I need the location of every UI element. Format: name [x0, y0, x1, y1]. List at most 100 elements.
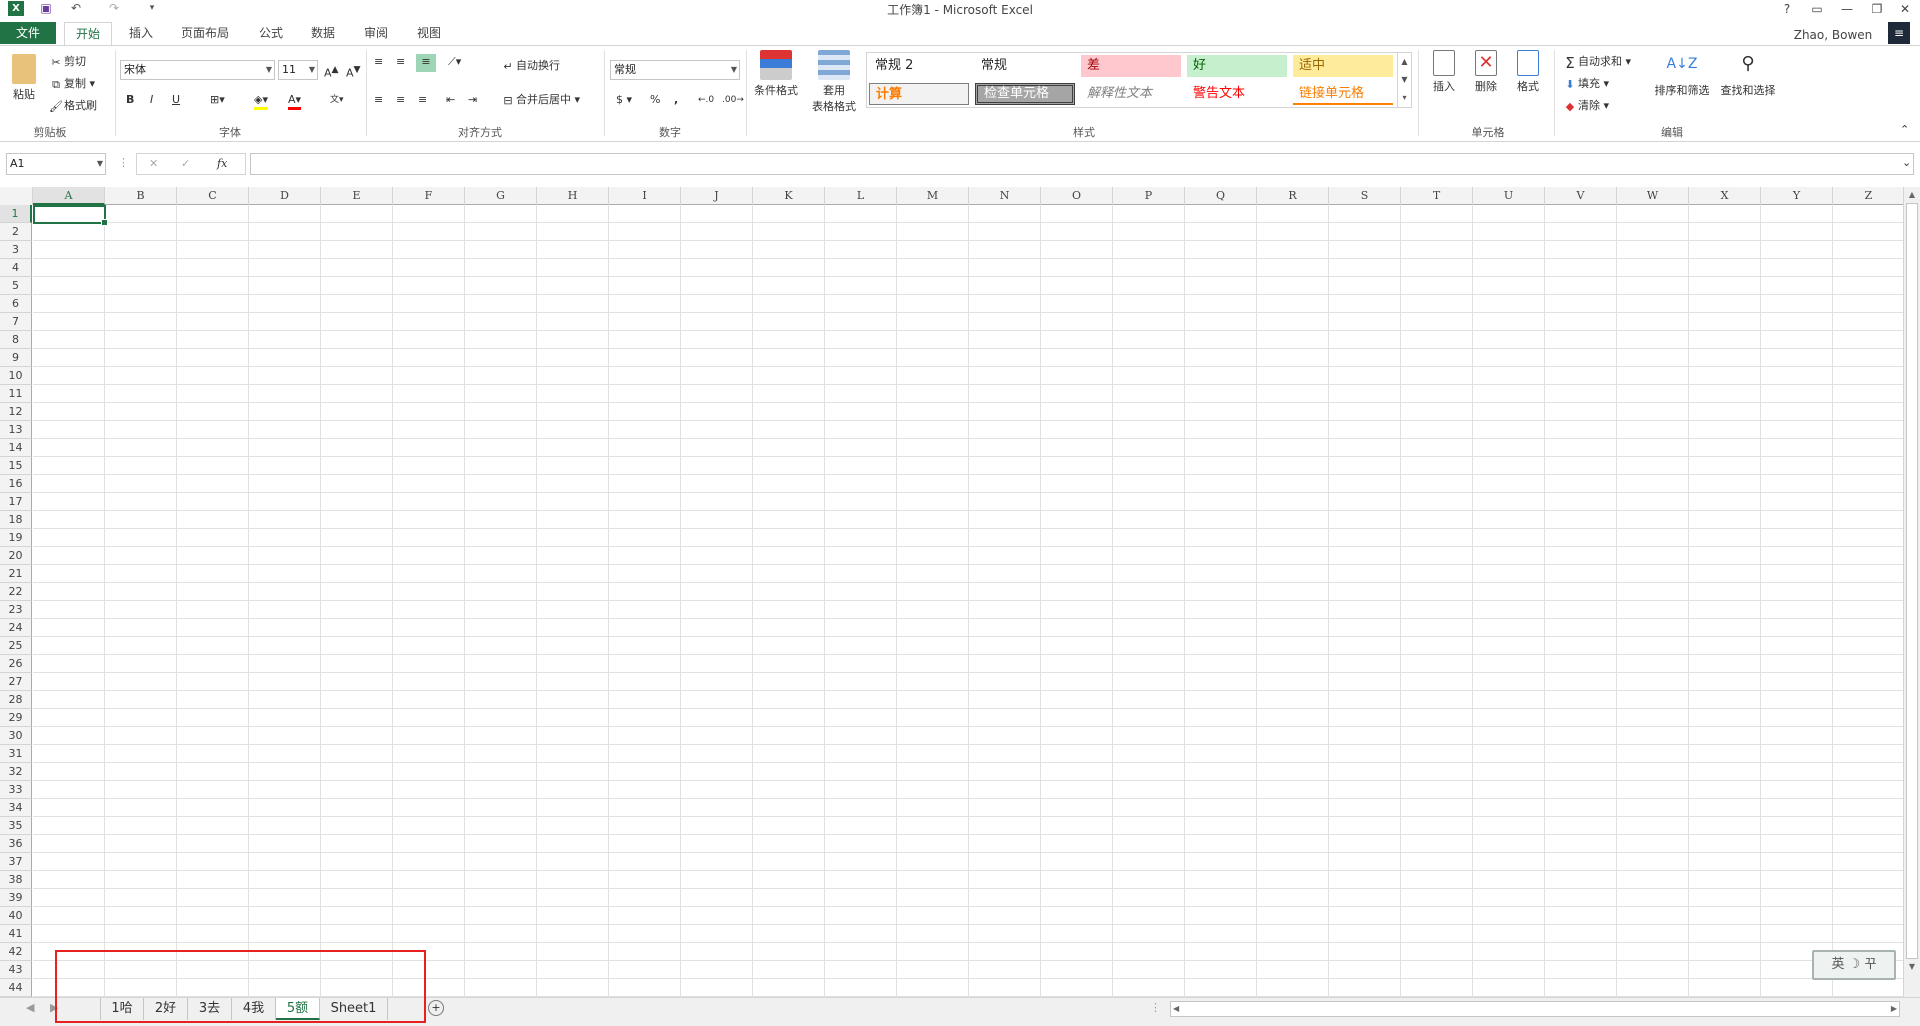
row-header-21[interactable]: 21 [0, 565, 32, 583]
column-header-w[interactable]: W [1617, 187, 1689, 205]
row-header-2[interactable]: 2 [0, 223, 32, 241]
row-header-26[interactable]: 26 [0, 655, 32, 673]
cut-button[interactable]: ✂ 剪切 [48, 54, 86, 72]
row-header-41[interactable]: 41 [0, 925, 32, 943]
row-header-23[interactable]: 23 [0, 601, 32, 619]
column-header-v[interactable]: V [1545, 187, 1617, 205]
style-normal-2[interactable]: 常规 2 [869, 55, 969, 77]
tab-file[interactable]: 文件 [0, 22, 56, 44]
row-header-29[interactable]: 29 [0, 709, 32, 727]
formula-input[interactable] [250, 153, 1914, 175]
copy-button[interactable]: ⧉ 复制 ▾ [48, 76, 95, 94]
tab-insert[interactable]: 插入 [120, 22, 162, 44]
row-header-13[interactable]: 13 [0, 421, 32, 439]
column-header-i[interactable]: I [609, 187, 681, 205]
tab-data[interactable]: 数据 [302, 22, 344, 44]
increase-decimal-icon[interactable]: ←.0 [698, 92, 714, 110]
column-header-o[interactable]: O [1041, 187, 1113, 205]
style-explanatory[interactable]: 解释性文本 [1081, 83, 1181, 105]
column-header-j[interactable]: J [681, 187, 753, 205]
grow-font-icon[interactable]: A▲ [324, 62, 339, 80]
increase-indent-icon[interactable]: ⇥ [468, 92, 477, 110]
style-calculation[interactable]: 计算 [869, 83, 969, 105]
row-header-17[interactable]: 17 [0, 493, 32, 511]
style-bad[interactable]: 差 [1081, 55, 1181, 77]
autosum-button[interactable]: Σ 自动求和 ▾ [1562, 54, 1631, 72]
select-all-corner[interactable] [0, 187, 33, 205]
column-header-n[interactable]: N [969, 187, 1041, 205]
row-header-8[interactable]: 8 [0, 331, 32, 349]
row-header-37[interactable]: 37 [0, 853, 32, 871]
bold-button[interactable]: B [126, 92, 134, 110]
cell-area[interactable] [33, 205, 1903, 997]
row-header-3[interactable]: 3 [0, 241, 32, 259]
column-header-s[interactable]: S [1329, 187, 1401, 205]
row-header-19[interactable]: 19 [0, 529, 32, 547]
format-painter-button[interactable]: 🖌格式刷 [48, 98, 97, 116]
horizontal-scrollbar[interactable]: ◀ ▶ [1170, 1001, 1900, 1017]
row-header-40[interactable]: 40 [0, 907, 32, 925]
row-header-14[interactable]: 14 [0, 439, 32, 457]
row-header-18[interactable]: 18 [0, 511, 32, 529]
format-cells-button[interactable]: 格式 [1508, 50, 1548, 94]
format-as-table-button[interactable]: 套用 表格格式 [804, 50, 864, 114]
row-header-38[interactable]: 38 [0, 871, 32, 889]
align-left-icon[interactable]: ≡ [374, 92, 383, 110]
shrink-font-icon[interactable]: A▼ [346, 62, 361, 80]
style-check-cell[interactable]: 检查单元格 [975, 83, 1075, 105]
selected-cell-a1[interactable] [33, 205, 108, 226]
column-header-t[interactable]: T [1401, 187, 1473, 205]
align-top-icon[interactable]: ≡ [374, 54, 383, 72]
tab-page-layout[interactable]: 页面布局 [172, 22, 238, 44]
style-good[interactable]: 好 [1187, 55, 1287, 77]
wrap-text-button[interactable]: ↵ 自动换行 [500, 58, 560, 76]
maximize-icon[interactable]: ❐ [1865, 0, 1889, 18]
percent-button[interactable]: % [650, 92, 660, 110]
row-header-6[interactable]: 6 [0, 295, 32, 313]
column-header-k[interactable]: K [753, 187, 825, 205]
font-size-combo[interactable]: 11 ▼ [278, 60, 318, 80]
insert-cells-button[interactable]: 插入 [1424, 50, 1464, 94]
row-header-1[interactable]: 1 [0, 205, 32, 223]
paste-button[interactable]: 粘贴 [6, 54, 42, 102]
gallery-scroll[interactable]: ▲ ▼ ▾ [1397, 53, 1411, 107]
number-format-combo[interactable]: 常规 ▼ [610, 60, 740, 80]
tab-review[interactable]: 审阅 [355, 22, 397, 44]
column-header-f[interactable]: F [393, 187, 465, 205]
column-header-b[interactable]: B [105, 187, 177, 205]
row-header-36[interactable]: 36 [0, 835, 32, 853]
name-box[interactable]: A1 ▼ [6, 153, 106, 175]
ribbon-display-icon[interactable]: ▭ [1805, 0, 1829, 18]
scroll-left-icon[interactable]: ◀ [1173, 1002, 1179, 1016]
scroll-up-icon[interactable]: ▲ [1904, 187, 1920, 203]
row-header-16[interactable]: 16 [0, 475, 32, 493]
column-header-e[interactable]: E [321, 187, 393, 205]
row-header-30[interactable]: 30 [0, 727, 32, 745]
row-header-4[interactable]: 4 [0, 259, 32, 277]
column-header-m[interactable]: M [897, 187, 969, 205]
clear-button[interactable]: ◆ 清除 ▾ [1562, 98, 1609, 116]
row-header-10[interactable]: 10 [0, 367, 32, 385]
row-header-44[interactable]: 44 [0, 979, 32, 997]
row-header-28[interactable]: 28 [0, 691, 32, 709]
align-center-icon[interactable]: ≡ [396, 92, 405, 110]
column-header-u[interactable]: U [1473, 187, 1545, 205]
column-header-a[interactable]: A [33, 187, 105, 205]
row-header-25[interactable]: 25 [0, 637, 32, 655]
row-header-43[interactable]: 43 [0, 961, 32, 979]
fill-color-icon[interactable]: ◈▾ [254, 92, 268, 110]
fill-button[interactable]: ⬇ 填充 ▾ [1562, 76, 1609, 94]
row-header-12[interactable]: 12 [0, 403, 32, 421]
row-header-7[interactable]: 7 [0, 313, 32, 331]
row-header-20[interactable]: 20 [0, 547, 32, 565]
row-header-5[interactable]: 5 [0, 277, 32, 295]
enter-icon[interactable]: ✓ [181, 156, 190, 174]
prev-sheet-icon[interactable]: ◀ [26, 1000, 34, 1018]
row-header-32[interactable]: 32 [0, 763, 32, 781]
sort-filter-button[interactable]: A↓Z 排序和筛选 [1650, 50, 1714, 98]
row-header-11[interactable]: 11 [0, 385, 32, 403]
column-header-d[interactable]: D [249, 187, 321, 205]
collapse-ribbon-icon[interactable]: ⌃ [1900, 122, 1909, 140]
orientation-icon[interactable]: ⟋▾ [448, 54, 461, 72]
row-header-22[interactable]: 22 [0, 583, 32, 601]
